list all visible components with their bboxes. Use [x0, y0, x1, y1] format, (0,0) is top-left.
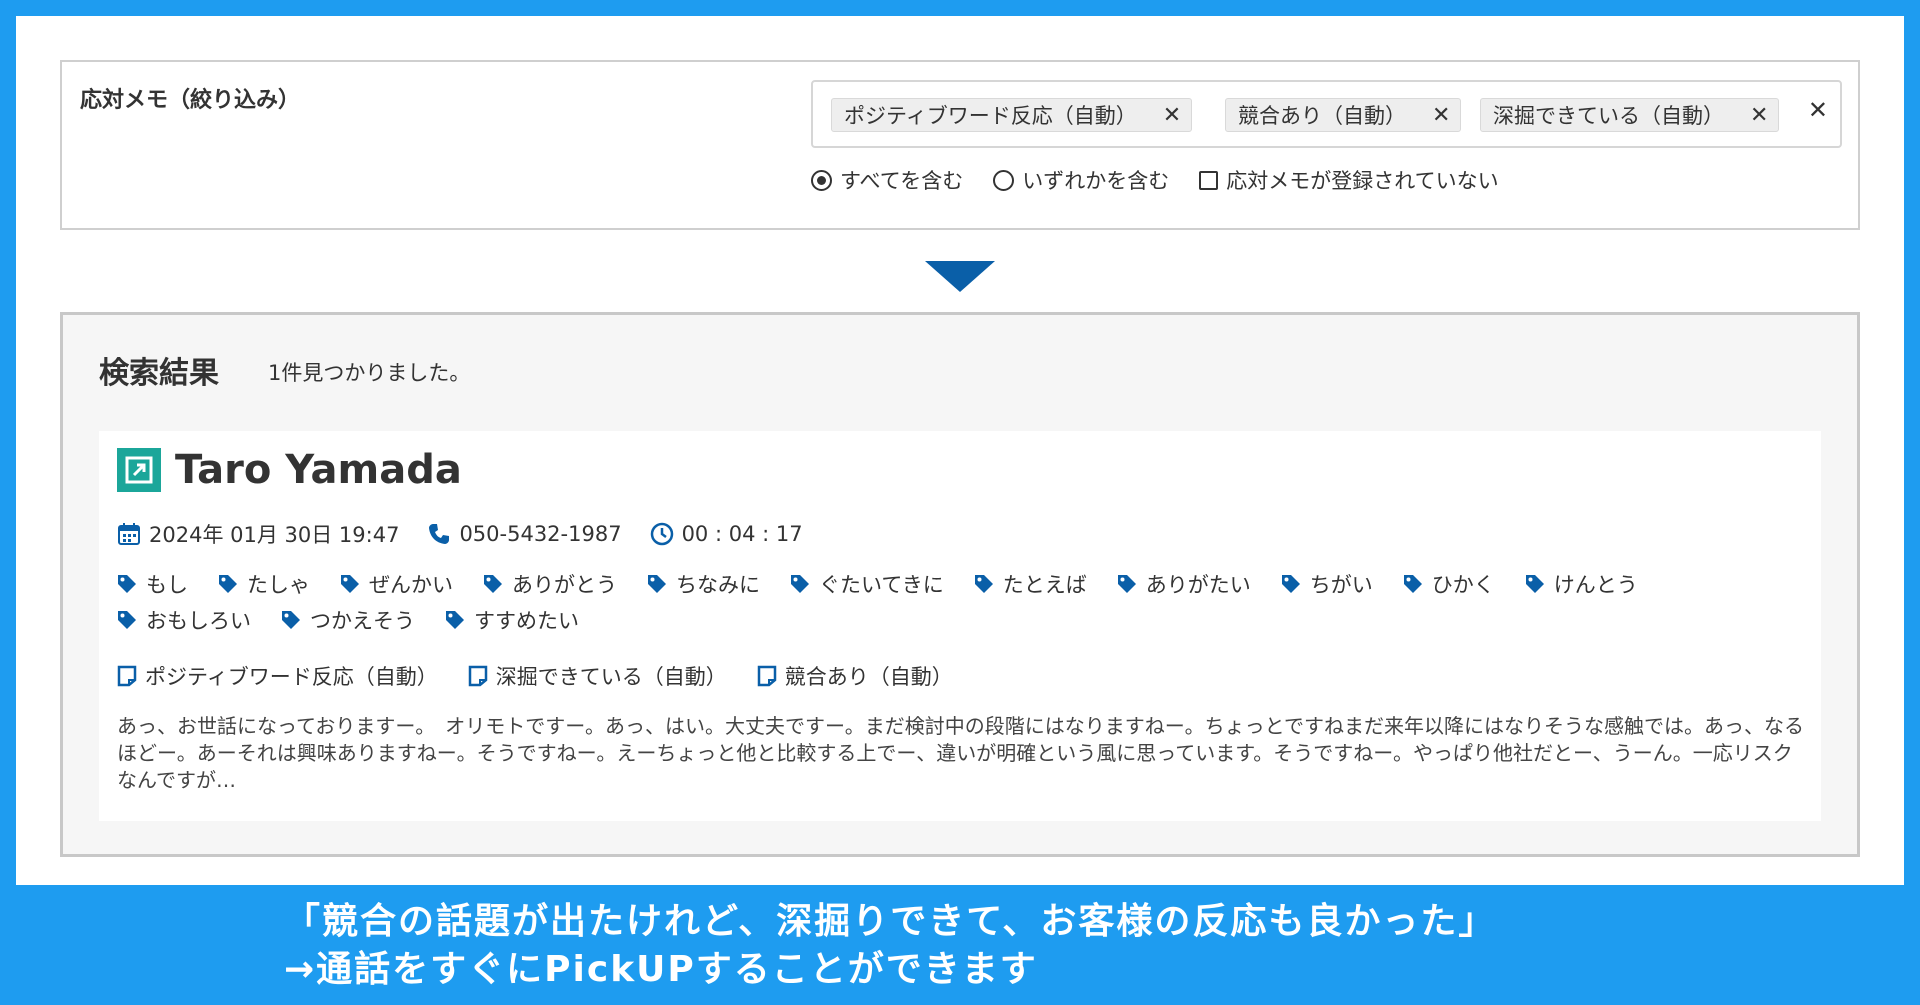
call-datetime: 2024年 01月 30日 19:47 [117, 519, 399, 549]
checkbox-icon[interactable] [1199, 170, 1219, 190]
radio-selected-icon[interactable] [811, 169, 832, 191]
keyword-label: ぐたいてきに [819, 573, 944, 597]
keyword-tag: ぐたいてきに [790, 571, 944, 597]
tag-icon [791, 575, 809, 593]
radio-icon[interactable] [993, 169, 1015, 191]
caption-line-1: 「競合の話題が出たけれど、深掘りできて、お客様の反応も良かった」 [284, 901, 1497, 942]
tag-icon [118, 611, 136, 629]
memo-tag-input[interactable]: ポジティブワード反応（自動） ✕ 競合あり（自動） ✕ 深掘できている（自動） … [811, 80, 1842, 148]
memo-icon [757, 665, 776, 687]
keyword-label: おもしろい [146, 609, 251, 633]
call-phone: 050-5432-1987 [427, 522, 622, 546]
tag-icon [341, 575, 359, 593]
main-panel: 応対メモ（絞り込み） ポジティブワード反応（自動） ✕ 競合あり（自動） ✕ 深… [16, 16, 1904, 885]
keyword-tag: けんとう [1525, 571, 1638, 597]
call-meta-row: 2024年 01月 30日 19:47 050-5432-1987 00 : 0… [117, 519, 831, 549]
chip-positive-word[interactable]: ポジティブワード反応（自動） ✕ [831, 98, 1193, 132]
results-count: 1件見つかりました。 [268, 361, 471, 385]
option-include-any[interactable]: いずれかを含む [993, 165, 1169, 195]
caption: 「競合の話題が出たけれど、深掘りできて、お客様の反応も良かった」 →通話をすぐに… [284, 898, 1496, 994]
memo-item: 競合あり（自動） [757, 661, 953, 691]
keyword-label: たしゃ [247, 573, 310, 597]
tag-icon [1281, 575, 1300, 593]
option-label: 応対メモが登録されていない [1226, 169, 1499, 193]
close-icon[interactable]: ✕ [1432, 103, 1450, 128]
result-name-row: Taro Yamada [117, 447, 462, 493]
keyword-tag: たとえば [974, 571, 1087, 597]
keyword-tag: ちがい [1281, 571, 1373, 597]
duration-text: 00 : 04 : 17 [681, 522, 803, 546]
close-icon[interactable]: ✕ [1163, 103, 1181, 128]
memo-filter-box: 応対メモ（絞り込み） ポジティブワード反応（自動） ✕ 競合あり（自動） ✕ 深… [60, 60, 1860, 230]
keyword-tag: たしゃ [218, 571, 310, 597]
keyword-label: ちなみに [676, 573, 760, 597]
call-duration: 00 : 04 : 17 [650, 522, 803, 546]
chip-deep-dive[interactable]: 深掘できている（自動） ✕ [1480, 98, 1780, 132]
result-card: Taro Yamada 2024年 01月 30日 19:47 050-5432… [99, 431, 1821, 821]
person-name[interactable]: Taro Yamada [175, 447, 462, 493]
memo-icon [468, 665, 487, 687]
datetime-text: 2024年 01月 30日 19:47 [149, 523, 400, 547]
phone-icon [429, 524, 450, 544]
tag-icon [219, 575, 237, 593]
option-label: すべてを含む [840, 169, 964, 193]
external-link-icon[interactable] [117, 448, 161, 492]
search-results-box: 検索結果 1件見つかりました。 Taro Yamada 2024年 01月 30… [60, 312, 1860, 857]
tag-icon [484, 575, 502, 593]
tag-icon [446, 611, 464, 629]
keyword-tag: おもしろい [117, 607, 251, 633]
keyword-label: ぜんかい [369, 573, 453, 597]
option-no-memo[interactable]: 応対メモが登録されていない [1199, 165, 1499, 195]
tag-icon [1525, 575, 1544, 593]
tag-icon [118, 575, 136, 593]
keyword-label: たとえば [1002, 573, 1087, 597]
keyword-label: つかえそう [310, 609, 415, 633]
memo-label: ポジティブワード反応（自動） [145, 665, 438, 689]
down-arrow-icon [925, 261, 995, 292]
close-icon[interactable]: ✕ [1750, 103, 1768, 128]
keyword-tag: ちなみに [647, 571, 760, 597]
memo-label: 競合あり（自動） [784, 665, 953, 689]
filter-title: 応対メモ（絞り込み） [80, 88, 301, 113]
keyword-tag: ありがとう [483, 571, 617, 597]
keyword-tag: もし [117, 571, 188, 597]
keyword-tag: ひかく [1403, 571, 1495, 597]
calendar-icon [118, 523, 140, 545]
chip-competitor[interactable]: 競合あり（自動） ✕ [1225, 98, 1462, 132]
transcript-excerpt: あっ、お世話になっておりますー。 オリモトですー。あっ、はい。大丈夫ですー。まだ… [117, 714, 1804, 792]
keyword-tag: すすめたい [445, 607, 579, 633]
memo-list: ポジティブワード反応（自動） 深掘できている（自動） 競合あり（自動） [117, 661, 983, 691]
clear-all-icon[interactable]: ✕ [1808, 96, 1828, 124]
chip-label: ポジティブワード反応（自動） [844, 104, 1137, 128]
keyword-label: もし [146, 573, 188, 597]
keyword-label: すすめたい [474, 609, 579, 633]
phone-text: 050-5432-1987 [459, 522, 622, 546]
keyword-label: けんとう [1553, 573, 1638, 597]
tag-icon [1117, 575, 1136, 593]
keyword-tag: ぜんかい [340, 571, 453, 597]
memo-item: ポジティブワード反応（自動） [117, 661, 438, 691]
keyword-label: ありがたい [1145, 573, 1251, 597]
memo-item: 深掘できている（自動） [468, 661, 727, 691]
tag-icon [648, 575, 666, 593]
memo-icon [117, 665, 137, 687]
tag-icon [974, 575, 993, 593]
keyword-label: ちがい [1309, 573, 1373, 597]
tag-icon [282, 611, 300, 629]
keyword-tag: ありがたい [1117, 571, 1251, 597]
option-label: いずれかを含む [1022, 169, 1170, 193]
caption-line-2: →通話をすぐにPickUPすることができます [284, 949, 1038, 990]
option-include-all[interactable]: すべてを含む [811, 165, 963, 195]
memo-label: 深掘できている（自動） [495, 665, 727, 689]
results-heading: 検索結果 [99, 356, 219, 391]
keyword-list: もし たしゃ ぜんかい ありがとう ちなみに ぐたいてきに たとえば ありがたい ちがい ひかく け… [117, 571, 1777, 633]
keyword-label: ひかく [1431, 573, 1495, 597]
keyword-label: ありがとう [512, 573, 617, 597]
clock-icon [650, 522, 673, 546]
keyword-tag: つかえそう [281, 607, 415, 633]
chip-label: 競合あり（自動） [1238, 104, 1406, 128]
chip-label: 深掘できている（自動） [1493, 104, 1724, 128]
tag-icon [1403, 575, 1422, 593]
match-mode-options: すべてを含む いずれかを含む 応対メモが登録されていない [811, 165, 1529, 195]
